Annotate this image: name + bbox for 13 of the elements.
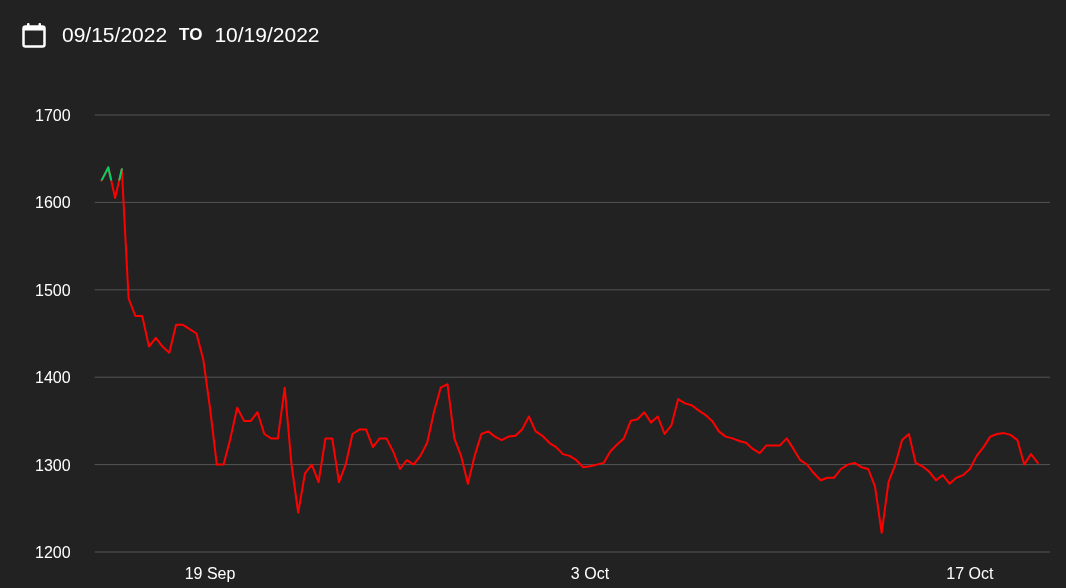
calendar-icon[interactable] xyxy=(22,22,46,48)
y-axis-label: 1400 xyxy=(35,369,71,387)
x-axis-label: 19 Sep xyxy=(184,565,236,582)
start-date[interactable]: 09/15/2022 xyxy=(62,23,168,47)
range-connector: TO xyxy=(179,25,203,45)
y-axis-label: 1300 xyxy=(35,456,71,474)
end-date[interactable]: 10/19/2022 xyxy=(214,23,320,47)
y-axis-label: 1600 xyxy=(35,194,71,212)
x-axis-label: 3 Oct xyxy=(570,565,610,582)
y-axis-label: 1500 xyxy=(35,281,71,299)
y-axis-label: 1200 xyxy=(35,544,71,561)
x-axis-label: 17 Oct xyxy=(946,565,994,582)
y-axis-label: 1700 xyxy=(35,107,71,124)
